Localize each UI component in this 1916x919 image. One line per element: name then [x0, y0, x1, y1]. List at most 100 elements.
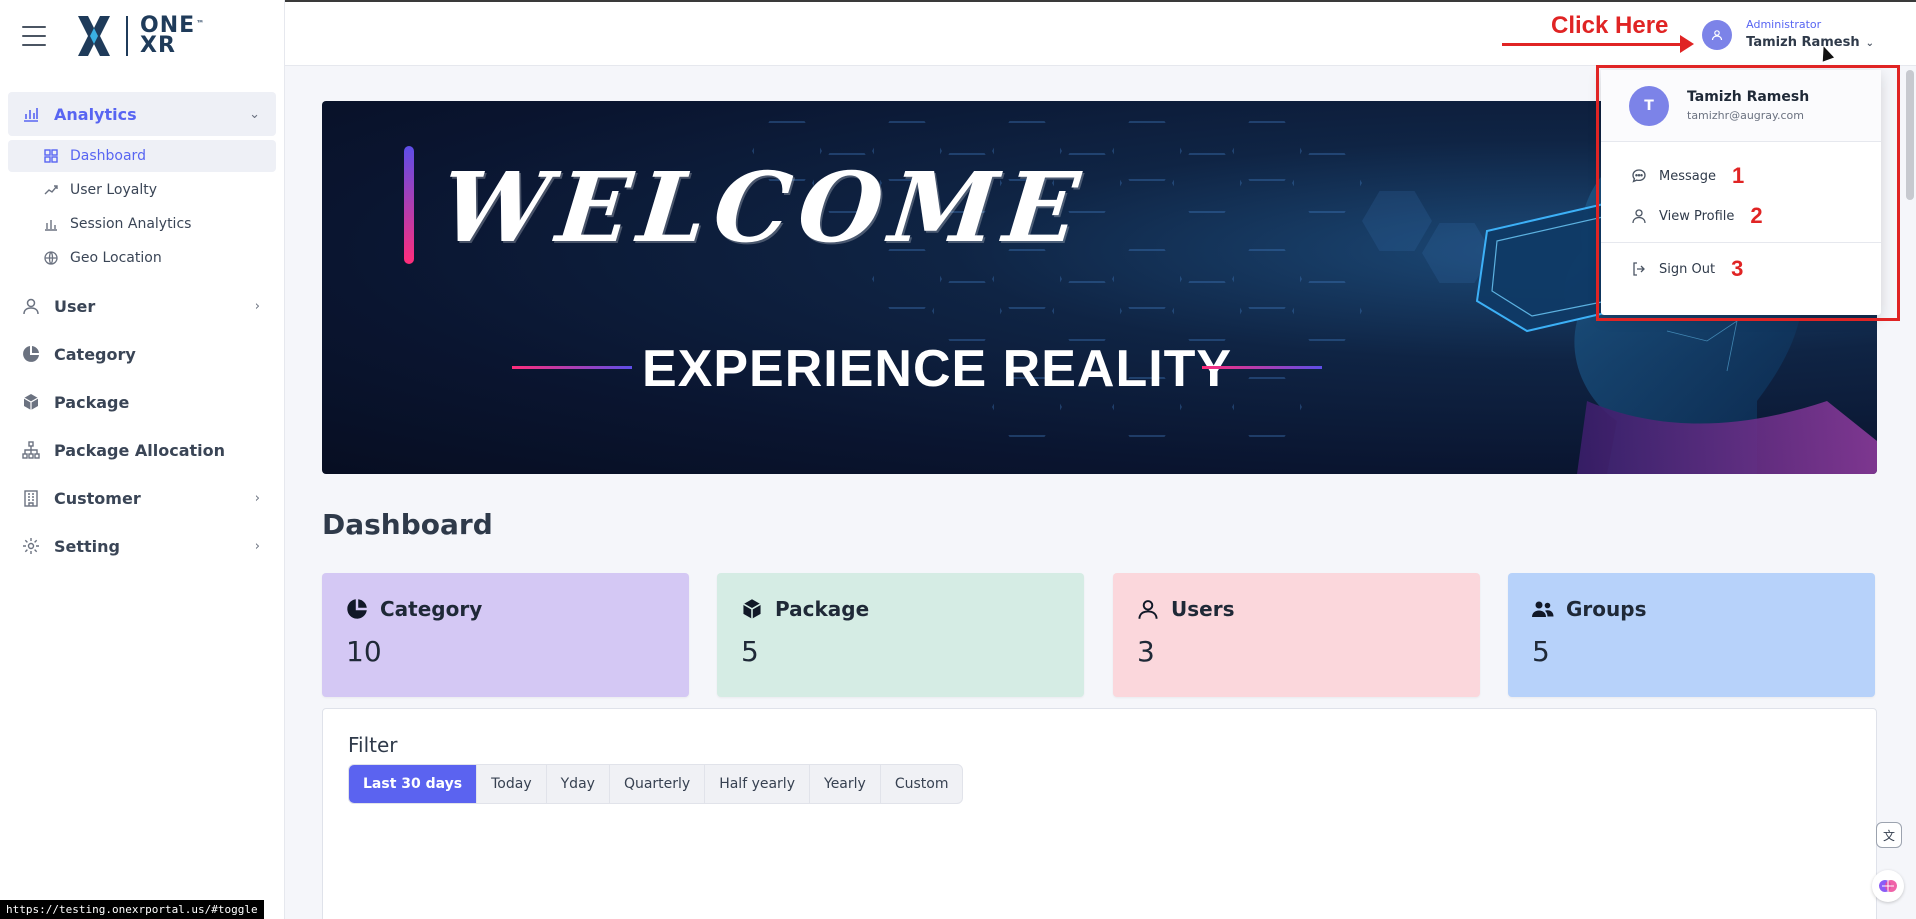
stat-card-users[interactable]: Users 3 [1113, 573, 1480, 697]
user-menu-toggle[interactable]: Administrator Tamizh Ramesh ⌄ [1702, 16, 1874, 53]
filter-option-yday[interactable]: Yday [547, 765, 610, 803]
tagline-line-right [1202, 366, 1322, 369]
user-role: Administrator [1746, 18, 1822, 31]
hamburger-menu-icon[interactable] [22, 26, 46, 46]
logo-divider [126, 16, 128, 56]
sidebar-item-label: Package Allocation [54, 440, 226, 460]
stat-card-label: Users [1171, 597, 1235, 621]
tagline-line-left [512, 366, 632, 369]
stat-card-label: Category [380, 597, 483, 621]
sidebar-item-label: Dashboard [70, 148, 146, 164]
box-icon [741, 598, 763, 620]
brand-bar: ONE XR ™ [0, 0, 284, 72]
chevron-right-icon: › [254, 490, 260, 506]
stat-card-label: Groups [1566, 597, 1647, 621]
user-meta: Administrator Tamizh Ramesh ⌄ [1746, 16, 1874, 53]
stat-card-head: Users [1137, 597, 1456, 621]
topbar: Administrator Tamizh Ramesh ⌄ [285, 0, 1916, 66]
stat-card-value: 5 [1532, 635, 1550, 668]
sidebar-item-label: User Loyalty [70, 182, 158, 198]
logo[interactable]: ONE XR ™ [74, 14, 204, 58]
hexagon-decoration [1292, 153, 1362, 213]
box-icon [22, 393, 40, 411]
annotation-click-here: Click Here [1551, 12, 1669, 39]
sidebar-item-label: Customer [54, 488, 141, 508]
filter-option-last-30-days[interactable]: Last 30 days [349, 765, 478, 803]
assistant-brain-icon[interactable] [1872, 870, 1904, 902]
building-icon [22, 489, 40, 507]
stat-card-head: Category [346, 597, 665, 621]
user-name-text: Tamizh Ramesh [1746, 35, 1860, 50]
sidebar-item-user-loyalty[interactable]: User Loyalty [8, 174, 276, 206]
sidebar-item-label: Analytics [54, 104, 137, 124]
hexagon-decoration [1172, 281, 1242, 341]
user-icon [1137, 598, 1159, 620]
sidebar-item-label: Category [54, 344, 136, 364]
chevron-right-icon: › [254, 538, 260, 554]
analytics-submenu: Dashboard User Loyalty Session Analytics… [8, 140, 276, 274]
hierarchy-icon [22, 441, 40, 459]
filter-option-half-yearly[interactable]: Half yearly [705, 765, 810, 803]
sidebar-item-dashboard[interactable]: Dashboard [8, 140, 276, 172]
hexagon-decoration [1112, 249, 1182, 309]
stat-card-groups[interactable]: Groups 5 [1508, 573, 1875, 697]
pie-icon [346, 598, 368, 620]
pie-icon [22, 345, 40, 363]
hexagon-decoration [1232, 377, 1302, 437]
sidebar-item-label: Package [54, 392, 130, 412]
user-icon [22, 297, 40, 315]
banner-tagline: EXPERIENCE REALITY [642, 340, 1233, 398]
page-title: Dashboard [322, 508, 493, 541]
stat-card-value: 3 [1137, 635, 1155, 668]
user-name: Tamizh Ramesh ⌄ [1746, 34, 1874, 53]
sidebar-item-package-allocation[interactable]: Package Allocation [8, 428, 276, 472]
sidebar-item-customer[interactable]: Customer › [8, 476, 276, 520]
filter-title: Filter [348, 733, 398, 757]
bar-chart-icon [44, 217, 58, 231]
sidebar-item-setting[interactable]: Setting › [8, 524, 276, 568]
stat-card-head: Package [741, 597, 1060, 621]
grid-icon [44, 149, 58, 163]
filter-option-today[interactable]: Today [477, 765, 547, 803]
users-icon [1532, 598, 1554, 620]
sidebar-item-label: Setting [54, 536, 120, 556]
filter-option-yearly[interactable]: Yearly [810, 765, 881, 803]
annotation-arrow-icon [1502, 35, 1694, 53]
hexagon-decoration [1232, 249, 1302, 309]
annotation-highlight-frame [1596, 65, 1900, 321]
page-scrollbar[interactable] [1906, 70, 1914, 200]
sidebar-item-session-analytics[interactable]: Session Analytics [8, 208, 276, 240]
sidebar-item-package[interactable]: Package [8, 380, 276, 424]
stat-card-category[interactable]: Category 10 [322, 573, 689, 697]
sidebar-nav: Analytics ⌄ Dashboard User Loyalty Sessi… [0, 72, 284, 568]
stat-card-value: 5 [741, 635, 759, 668]
trend-icon [44, 183, 58, 197]
sidebar: ONE XR ™ Analytics ⌄ Dashboard User Loya… [0, 0, 285, 919]
hexagon-decoration [932, 281, 1002, 341]
logo-tm: ™ [196, 19, 206, 28]
gear-icon [22, 537, 40, 555]
sidebar-item-label: Geo Location [70, 250, 162, 266]
filter-option-quarterly[interactable]: Quarterly [610, 765, 706, 803]
avatar [1702, 19, 1733, 50]
stat-card-package[interactable]: Package 5 [717, 573, 1084, 697]
chevron-down-icon: ⌄ [249, 106, 260, 122]
translate-icon[interactable]: 文 [1876, 822, 1902, 848]
filter-option-custom[interactable]: Custom [881, 765, 963, 803]
stat-card-value: 10 [346, 635, 382, 668]
sidebar-item-category[interactable]: Category [8, 332, 276, 376]
sidebar-item-label: Session Analytics [70, 216, 192, 232]
bar-chart-icon [22, 105, 40, 123]
stat-card-label: Package [775, 597, 870, 621]
sidebar-item-geo-location[interactable]: Geo Location [8, 242, 276, 274]
logo-wordmark: ONE XR ™ [140, 15, 204, 58]
sidebar-item-user[interactable]: User › [8, 284, 276, 328]
chevron-right-icon: › [254, 298, 260, 314]
sidebar-item-analytics[interactable]: Analytics ⌄ [8, 92, 276, 136]
sidebar-item-label: User [54, 296, 96, 316]
logo-text-bottom: XR [140, 33, 176, 58]
stat-card-head: Groups [1532, 597, 1851, 621]
hexagon-decoration [1112, 121, 1182, 181]
hexagon-decoration [1052, 281, 1122, 341]
hexagon-decoration [1292, 281, 1362, 341]
